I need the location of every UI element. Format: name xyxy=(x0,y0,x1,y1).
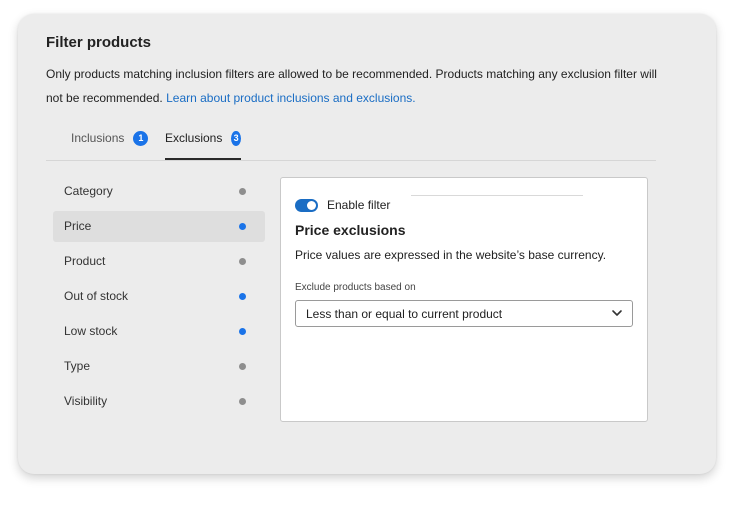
sidebar-item-label: Out of stock xyxy=(64,289,129,303)
sidebar-item-low-stock[interactable]: Low stock xyxy=(53,316,265,347)
sidebar-item-label: Low stock xyxy=(64,324,118,338)
sidebar-item-product[interactable]: Product xyxy=(53,246,265,277)
sidebar-item-visibility[interactable]: Visibility xyxy=(53,386,265,417)
tab-inclusions-label: Inclusions xyxy=(71,131,125,145)
panel-title: Price exclusions xyxy=(295,222,406,238)
sidebar-item-label: Type xyxy=(64,359,91,373)
tab-exclusions-count-badge: 3 xyxy=(231,131,241,146)
learn-more-link[interactable]: Learn about product inclusions and exclu… xyxy=(166,91,416,105)
filter-detail-panel: Enable filter Price exclusions Price val… xyxy=(280,177,648,422)
page-description: Only products matching inclusion filters… xyxy=(46,62,666,110)
status-dot xyxy=(239,188,246,195)
exclude-based-on-select[interactable]: Less than or equal to current product xyxy=(295,300,633,327)
chevron-down-icon xyxy=(612,310,622,316)
filter-sidebar: Category Price Product Out of stock Low … xyxy=(53,176,265,421)
enable-filter-label: Enable filter xyxy=(327,198,391,212)
sidebar-item-price[interactable]: Price xyxy=(53,211,265,242)
sidebar-item-category[interactable]: Category xyxy=(53,176,265,207)
toggle-knob xyxy=(307,201,316,210)
divider xyxy=(411,195,583,196)
select-value: Less than or equal to current product xyxy=(306,307,503,321)
status-dot xyxy=(239,258,246,265)
sidebar-item-label: Price xyxy=(64,219,92,233)
tab-inclusions-count-badge: 1 xyxy=(133,131,149,146)
sidebar-item-label: Category xyxy=(64,184,113,198)
tab-bar: Inclusions 1 Exclusions 3 xyxy=(46,126,656,161)
sidebar-item-label: Visibility xyxy=(64,394,108,408)
tab-exclusions[interactable]: Exclusions 3 xyxy=(165,126,241,160)
panel-description: Price values are expressed in the websit… xyxy=(295,248,607,262)
sidebar-item-out-of-stock[interactable]: Out of stock xyxy=(53,281,265,312)
exclude-based-on-label: Exclude products based on xyxy=(295,282,416,293)
sidebar-item-label: Product xyxy=(64,254,106,268)
status-dot xyxy=(239,363,246,370)
tab-exclusions-label: Exclusions xyxy=(165,131,223,145)
tab-inclusions[interactable]: Inclusions 1 xyxy=(71,126,149,160)
status-dot xyxy=(239,223,246,230)
status-dot xyxy=(239,293,246,300)
page-title: Filter products xyxy=(46,34,152,51)
enable-filter-toggle[interactable] xyxy=(295,199,318,212)
status-dot xyxy=(239,398,246,405)
status-dot xyxy=(239,328,246,335)
sidebar-item-type[interactable]: Type xyxy=(53,351,265,382)
